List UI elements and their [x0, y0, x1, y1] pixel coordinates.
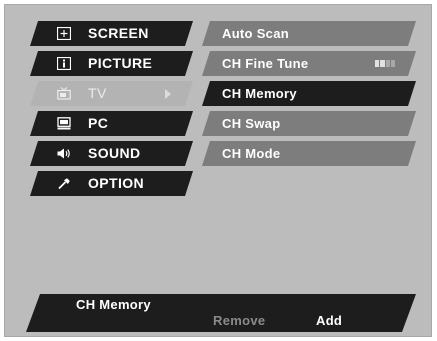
submenu-item-auto-scan[interactable]: Auto Scan [202, 21, 416, 46]
menu-item-screen[interactable]: SCREEN [30, 21, 193, 46]
option-icon [57, 177, 71, 190]
menu-item-label: SCREEN [88, 25, 149, 41]
menu-item-label: PC [88, 115, 109, 131]
menu-item-option[interactable]: OPTION [30, 171, 193, 196]
submenu-item-ch-swap[interactable]: CH Swap [202, 111, 416, 136]
menu-item-label: SOUND [88, 145, 141, 161]
remove-option[interactable]: Remove [213, 313, 265, 328]
help-bar-title: CH Memory [76, 297, 151, 312]
menu-item-picture[interactable]: PICTURE [30, 51, 193, 76]
picture-icon [57, 57, 71, 70]
chevron-right-icon [165, 89, 171, 99]
sound-icon [57, 147, 71, 160]
tv-icon [57, 87, 71, 100]
menu-item-label: OPTION [88, 175, 145, 191]
submenu-item-label: CH Memory [222, 86, 297, 101]
add-option[interactable]: Add [316, 313, 342, 328]
submenu-item-ch-memory[interactable]: CH Memory [202, 81, 416, 106]
menu-item-tv[interactable]: TV [30, 81, 193, 106]
screen-icon [57, 27, 71, 40]
menu-item-label: PICTURE [88, 55, 153, 71]
submenu-item-label: CH Fine Tune [222, 56, 309, 71]
submenu-item-ch-fine-tune[interactable]: CH Fine Tune [202, 51, 416, 76]
menu-item-pc[interactable]: PC [30, 111, 193, 136]
submenu-item-label: Auto Scan [222, 26, 289, 41]
pc-icon [57, 117, 71, 130]
help-bar: CH Memory Remove Add [26, 294, 416, 332]
level-bars-icon [375, 60, 395, 67]
menu-item-label: TV [88, 85, 107, 101]
submenu-item-label: CH Mode [222, 146, 281, 161]
menu-item-sound[interactable]: SOUND [30, 141, 193, 166]
submenu-item-label: CH Swap [222, 116, 281, 131]
submenu-item-ch-mode[interactable]: CH Mode [202, 141, 416, 166]
